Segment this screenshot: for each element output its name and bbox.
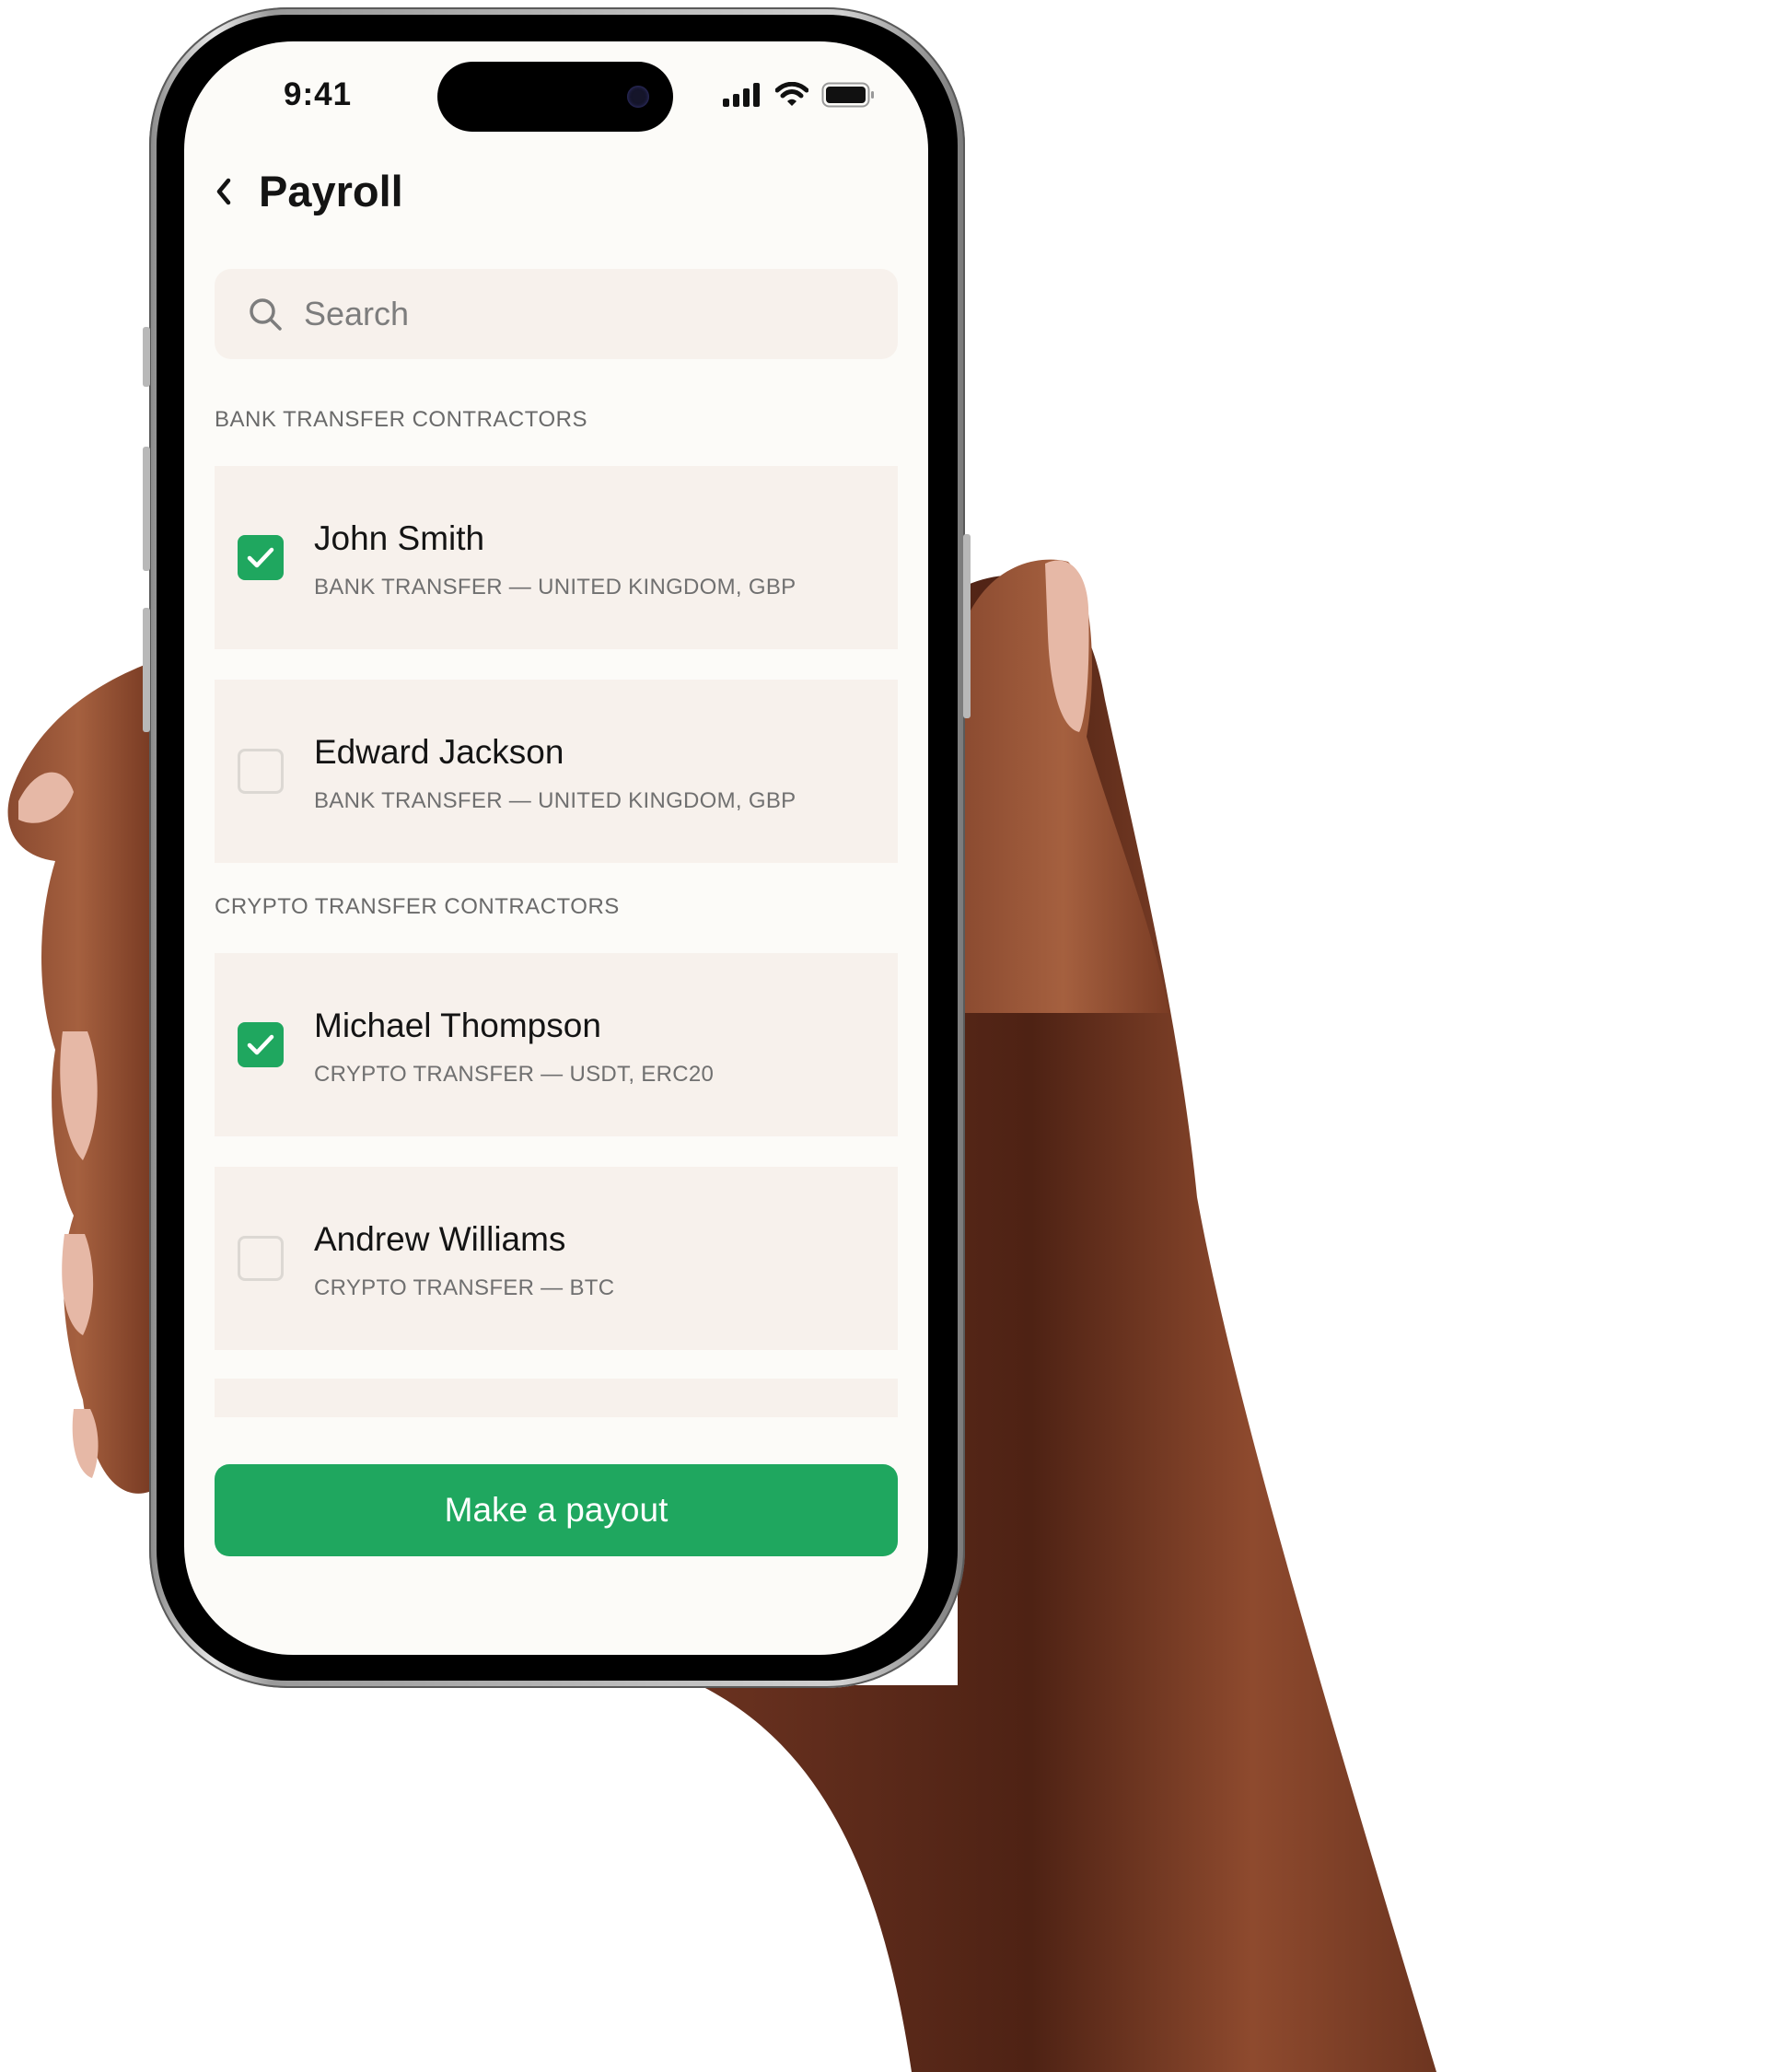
contractor-card[interactable]: Edward Jackson BANK TRANSFER — UNITED KI… bbox=[215, 680, 898, 863]
contractor-detail: BANK TRANSFER — UNITED KINGDOM, GBP bbox=[314, 788, 796, 813]
battery-icon bbox=[821, 82, 874, 108]
contractor-card[interactable]: Michael Thompson CRYPTO TRANSFER — USDT,… bbox=[215, 953, 898, 1136]
contractor-name: Michael Thompson bbox=[314, 1007, 601, 1044]
checkbox-unchecked[interactable] bbox=[238, 749, 284, 794]
contractor-card[interactable]: John Smith BANK TRANSFER — UNITED KINGDO… bbox=[215, 466, 898, 649]
dynamic-island bbox=[437, 62, 673, 132]
fingernail-shape bbox=[72, 1409, 99, 1478]
contractor-detail: BANK TRANSFER — UNITED KINGDOM, GBP bbox=[314, 575, 796, 599]
checkbox-unchecked[interactable] bbox=[238, 1236, 284, 1281]
search-input[interactable] bbox=[302, 294, 858, 334]
volume-up-button bbox=[143, 447, 150, 571]
nav-header: Payroll bbox=[215, 166, 403, 216]
section-label-bank: BANK TRANSFER CONTRACTORS bbox=[215, 407, 587, 432]
wifi-icon bbox=[775, 82, 808, 106]
contractor-detail: CRYPTO TRANSFER — USDT, ERC20 bbox=[314, 1062, 715, 1087]
checkmark-icon bbox=[247, 547, 274, 568]
contractor-name: Andrew Williams bbox=[314, 1220, 566, 1258]
make-payout-button[interactable]: Make a payout bbox=[215, 1464, 898, 1556]
signal-icon bbox=[723, 83, 760, 107]
contractor-name: Edward Jackson bbox=[314, 733, 564, 771]
status-time: 9:41 bbox=[284, 76, 353, 112]
page-title: Payroll bbox=[259, 167, 403, 215]
status-icons bbox=[722, 82, 875, 108]
section-label-crypto: CRYPTO TRANSFER CONTRACTORS bbox=[215, 894, 620, 919]
chevron-left-icon bbox=[216, 178, 231, 204]
volume-down-button bbox=[143, 608, 150, 732]
checkbox-checked[interactable] bbox=[238, 1022, 284, 1067]
camera-icon bbox=[627, 86, 649, 108]
checkmark-icon bbox=[247, 1034, 274, 1055]
contractor-card-partial[interactable] bbox=[215, 1379, 898, 1417]
search-bar[interactable] bbox=[215, 269, 898, 359]
contractor-card[interactable]: Andrew Williams CRYPTO TRANSFER — BTC bbox=[215, 1167, 898, 1350]
back-button[interactable] bbox=[215, 171, 255, 212]
contractor-name: John Smith bbox=[314, 519, 485, 557]
power-button bbox=[963, 534, 971, 718]
contractor-detail: CRYPTO TRANSFER — BTC bbox=[314, 1275, 615, 1300]
phone-screen: 9:41 Payroll Search BANK TRANSFER CONTRA… bbox=[184, 41, 928, 1655]
action-button bbox=[143, 327, 150, 387]
checkbox-checked[interactable] bbox=[238, 535, 284, 580]
search-icon bbox=[250, 298, 282, 331]
